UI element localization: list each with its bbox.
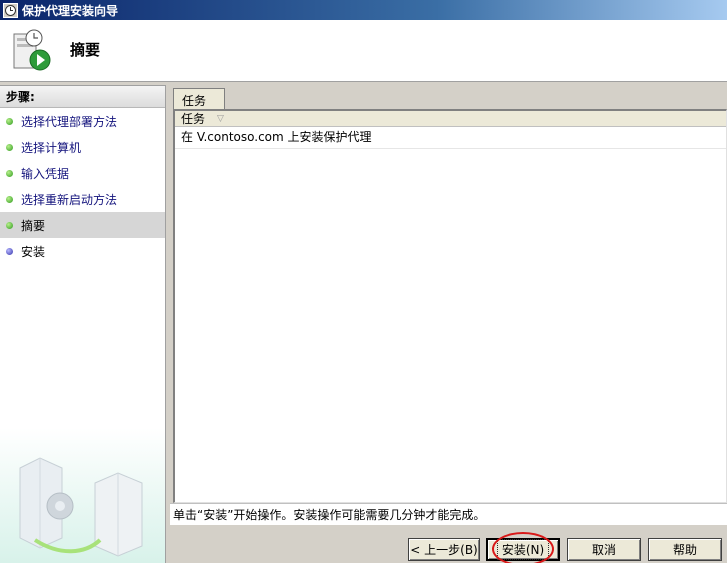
step-restart-method[interactable]: 选择重新启动方法 — [0, 186, 165, 212]
step-label: 选择重新启动方法 — [21, 192, 118, 207]
step-status-dot-icon — [6, 195, 13, 203]
step-label: 安装 — [21, 244, 46, 259]
table-row[interactable]: 在 V.contoso.com 上安装保护代理 — [175, 127, 726, 149]
decorative-illustration — [0, 428, 165, 563]
wizard-header: 摘要 — [0, 20, 727, 82]
back-button[interactable]: < 上一步(B) — [408, 538, 480, 561]
servers-gear-icon — [19, 457, 143, 557]
server-clock-icon — [13, 29, 51, 71]
step-status-dot-icon — [6, 117, 13, 125]
help-button[interactable]: 帮助 — [648, 538, 722, 561]
step-summary[interactable]: 摘要 — [0, 212, 165, 238]
step-label: 选择代理部署方法 — [21, 114, 118, 129]
clock-icon — [3, 2, 18, 18]
column-header-label: 任务 — [181, 112, 206, 126]
content-area: 任务 任务 ▽ 在 V.contoso.com 上安装保护代理 — [170, 86, 727, 503]
step-pending-dot-icon — [6, 247, 13, 255]
status-message: 单击“安装”开始操作。安装操作可能需要几分钟才能完成。 — [170, 503, 727, 525]
cancel-button[interactable]: 取消 — [567, 538, 641, 561]
step-status-dot-icon — [6, 169, 13, 177]
title-bar: 保护代理安装向导 — [0, 0, 727, 20]
tab-tasks[interactable]: 任务 — [173, 88, 225, 110]
step-install: 安装 — [0, 238, 165, 264]
step-status-dot-icon — [6, 221, 13, 229]
step-credentials[interactable]: 输入凭据 — [0, 160, 165, 186]
step-select-computer[interactable]: 选择计算机 — [0, 134, 165, 160]
button-bar: < 上一步(B) 安装(N) 取消 帮助 — [170, 526, 727, 563]
step-label: 摘要 — [21, 218, 46, 233]
step-label: 输入凭据 — [21, 166, 70, 181]
step-deployment-method[interactable]: 选择代理部署方法 — [0, 108, 165, 134]
window-title: 保护代理安装向导 — [22, 3, 119, 18]
sort-arrow-icon: ▽ — [217, 114, 224, 124]
task-list[interactable]: 任务 ▽ 在 V.contoso.com 上安装保护代理 — [173, 109, 727, 503]
step-label: 选择计算机 — [21, 140, 82, 155]
steps-heading: 步骤: — [0, 86, 165, 108]
steps-panel: 步骤: 选择代理部署方法 选择计算机 输入凭据 选择重新启动方法 摘要 安装 — [0, 85, 166, 563]
highlight-ring — [492, 532, 554, 563]
step-status-dot-icon — [6, 143, 13, 151]
column-header-task[interactable]: 任务 ▽ — [175, 111, 726, 127]
page-title: 摘要 — [70, 41, 101, 59]
